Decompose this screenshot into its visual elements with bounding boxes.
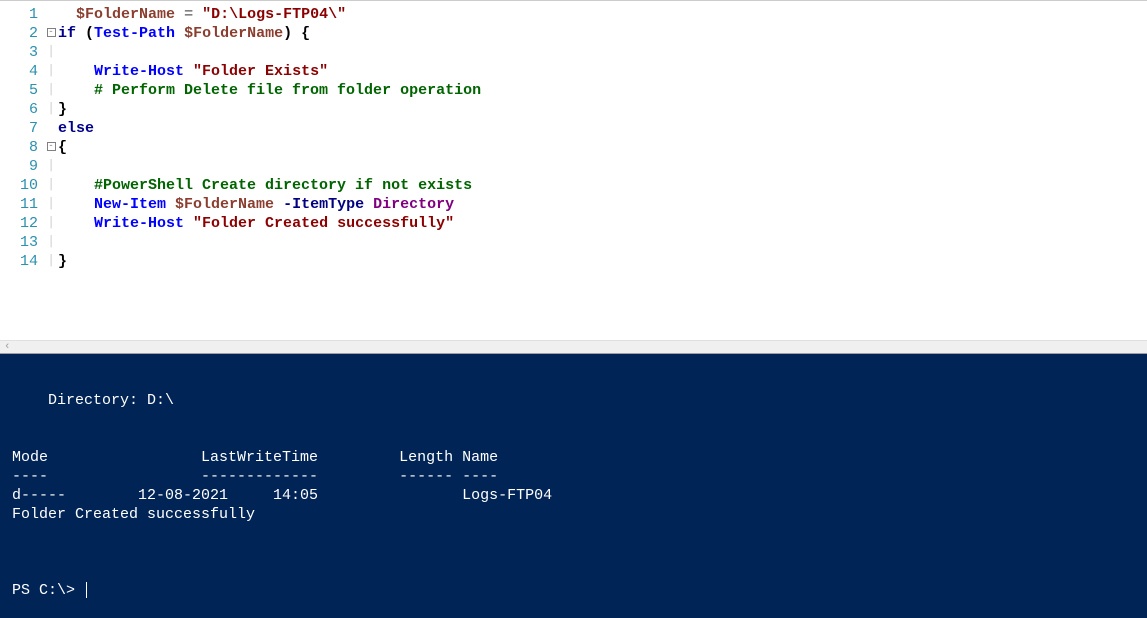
line-number: 13 <box>0 233 38 252</box>
fold-marker: │ <box>44 195 58 214</box>
console-output-line <box>12 562 1135 581</box>
code-line[interactable]: Write-Host "Folder Exists" <box>58 62 481 81</box>
console-output-line <box>12 543 1135 562</box>
line-number: 7 <box>0 119 38 138</box>
fold-marker: │ <box>44 252 58 271</box>
code-line[interactable]: # Perform Delete file from folder operat… <box>58 81 481 100</box>
fold-marker <box>44 5 58 24</box>
code-line[interactable]: $FolderName = "D:\Logs-FTP04\" <box>58 5 481 24</box>
chevron-left-icon: ‹ <box>0 341 11 353</box>
fold-marker[interactable]: - <box>44 24 58 43</box>
console-output-line <box>12 372 1135 391</box>
console-output-line <box>12 410 1135 429</box>
fold-toggle-icon[interactable]: - <box>47 142 56 151</box>
code-line[interactable]: if (Test-Path $FolderName) { <box>58 24 481 43</box>
console-output-line: Folder Created successfully <box>12 505 1135 524</box>
line-number: 11 <box>0 195 38 214</box>
fold-marker: │ <box>44 62 58 81</box>
line-number: 3 <box>0 43 38 62</box>
line-number: 1 <box>0 5 38 24</box>
line-number: 12 <box>0 214 38 233</box>
console-output-line <box>12 429 1135 448</box>
fold-marker <box>44 119 58 138</box>
fold-marker: │ <box>44 157 58 176</box>
line-number: 14 <box>0 252 38 271</box>
code-line[interactable]: else <box>58 119 481 138</box>
code-line[interactable]: #PowerShell Create directory if not exis… <box>58 176 481 195</box>
console-output-line: ---- ------------- ------ ---- <box>12 467 1135 486</box>
code-line[interactable]: { <box>58 138 481 157</box>
console-prompt[interactable]: PS C:\> <box>12 581 1135 600</box>
fold-marker[interactable]: - <box>44 138 58 157</box>
line-number: 2 <box>0 24 38 43</box>
fold-marker: │ <box>44 81 58 100</box>
console-output-line: d----- 12-08-2021 14:05 Logs-FTP04 <box>12 486 1135 505</box>
console-output-line: Directory: D:\ <box>12 391 1135 410</box>
console-output-pane[interactable]: Directory: D:\ Mode LastWriteTime Length … <box>0 354 1147 618</box>
code-line[interactable] <box>58 157 481 176</box>
pane-splitter[interactable]: ‹ <box>0 340 1147 354</box>
code-line[interactable]: Write-Host "Folder Created successfully" <box>58 214 481 233</box>
line-number: 5 <box>0 81 38 100</box>
fold-marker: │ <box>44 214 58 233</box>
console-output-line: Mode LastWriteTime Length Name <box>12 448 1135 467</box>
code-line[interactable]: } <box>58 100 481 119</box>
fold-column[interactable]: -││││-││││││ <box>44 1 58 271</box>
script-editor-pane[interactable]: 1234567891011121314 -││││-││││││ $Folder… <box>0 0 1147 340</box>
line-number: 8 <box>0 138 38 157</box>
fold-marker: │ <box>44 100 58 119</box>
cursor-icon <box>86 582 87 598</box>
fold-marker: │ <box>44 43 58 62</box>
code-line[interactable]: } <box>58 252 481 271</box>
fold-toggle-icon[interactable]: - <box>47 28 56 37</box>
line-number: 6 <box>0 100 38 119</box>
code-line[interactable]: New-Item $FolderName -ItemType Directory <box>58 195 481 214</box>
code-line[interactable] <box>58 43 481 62</box>
code-content[interactable]: $FolderName = "D:\Logs-FTP04\"if (Test-P… <box>58 1 481 271</box>
fold-marker: │ <box>44 233 58 252</box>
code-line[interactable] <box>58 233 481 252</box>
line-number: 9 <box>0 157 38 176</box>
console-output-line <box>12 524 1135 543</box>
line-number: 10 <box>0 176 38 195</box>
fold-marker: │ <box>44 176 58 195</box>
line-number: 4 <box>0 62 38 81</box>
line-number-gutter: 1234567891011121314 <box>0 1 44 271</box>
